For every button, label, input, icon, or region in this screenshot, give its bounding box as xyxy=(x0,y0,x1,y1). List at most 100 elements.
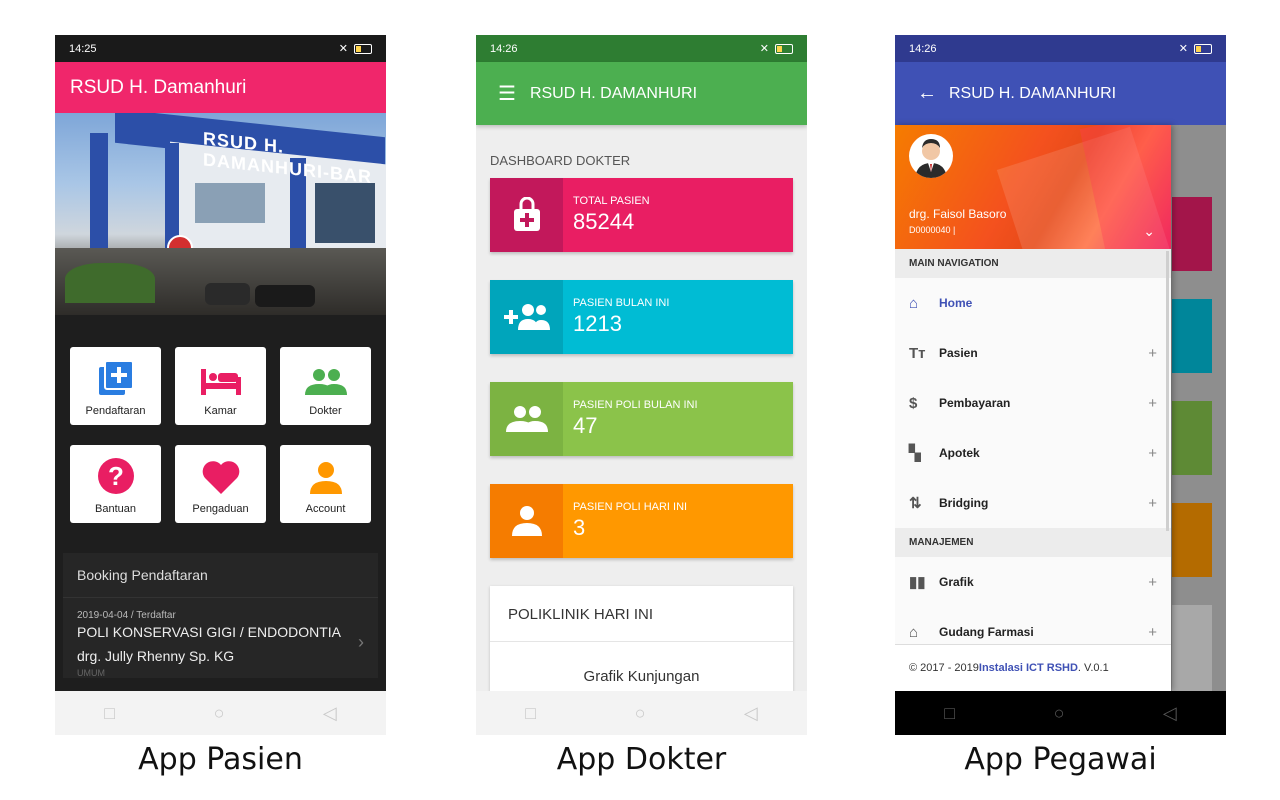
home-button[interactable]: ○ xyxy=(214,703,225,724)
booking-doctor: drg. Jully Rhenny Sp. KG xyxy=(77,648,235,664)
hospital-bag-icon xyxy=(513,197,540,231)
people-icon xyxy=(505,406,548,432)
drawer-footer: © 2017 - 2019 Instalasi ICT RSHD. V.0.1 xyxy=(895,644,1171,691)
menu-account[interactable]: Account xyxy=(280,445,371,523)
expand-plus-icon[interactable]: + xyxy=(1148,345,1157,362)
card-label: PASIEN POLI BULAN INI xyxy=(573,399,698,411)
nav-label: Gudang Farmasi xyxy=(939,625,1034,639)
menu-dokter[interactable]: Dokter xyxy=(280,347,371,425)
mute-icon: ✕ xyxy=(1178,43,1188,55)
status-bar: 14:26 ✕ xyxy=(895,35,1226,62)
menu-grid: Pendaftaran Kamar Dokter ? Bantuan Penga… xyxy=(55,315,386,523)
barcode-icon: ▮▮ xyxy=(909,574,926,591)
recents-button[interactable]: □ xyxy=(944,703,955,724)
nav-label: Apotek xyxy=(939,446,980,460)
recents-button[interactable]: □ xyxy=(525,703,536,724)
footer-prefix: © 2017 - 2019 xyxy=(909,662,979,674)
drawer-scrollbar[interactable] xyxy=(1166,251,1169,531)
dollar-icon: $ xyxy=(909,394,918,412)
home-icon: ⌂ xyxy=(909,294,919,312)
menu-label: Dokter xyxy=(309,405,342,417)
card-value: 85244 xyxy=(573,209,635,234)
person-icon xyxy=(309,462,342,494)
menu-pengaduan[interactable]: Pengaduan xyxy=(175,445,266,523)
text-icon: Tт xyxy=(909,344,926,362)
expand-plus-icon[interactable]: + xyxy=(1148,395,1157,412)
navigation-drawer: drg. Faisol Basoro D0000040 | ⌄ MAIN NAV… xyxy=(895,125,1171,691)
menu-label: Pengaduan xyxy=(192,503,249,515)
back-button[interactable]: ◁ xyxy=(323,703,337,724)
add-box-icon xyxy=(98,360,134,395)
nav-item-bridging[interactable]: ⇅ Bridging + xyxy=(895,478,1171,528)
card-label: PASIEN BULAN INI xyxy=(573,297,670,309)
nav-item-pasien[interactable]: Tт Pasien + xyxy=(895,328,1171,378)
card-value: 47 xyxy=(573,413,598,438)
hospital-photo: RSUD H. DAMANHURI-BAR xyxy=(55,113,386,315)
card-pasien-poli-bulan-ini[interactable]: PASIEN POLI BULAN INI 47 xyxy=(490,382,793,456)
booking-title: Booking Pendaftaran xyxy=(63,553,378,598)
nav-label: Grafik xyxy=(939,575,974,589)
avatar xyxy=(909,134,953,178)
app-bar: RSUD H. Damanhuri xyxy=(55,62,386,113)
nav-item-home[interactable]: ⌂ Home xyxy=(895,278,1171,328)
menu-label: Account xyxy=(305,503,346,515)
card-value: 1213 xyxy=(573,311,622,336)
phone-app-pegawai: 14:26 ✕ ← RSUD H. DAMANHURI drg. Faisol … xyxy=(895,35,1226,735)
back-button[interactable]: ◁ xyxy=(1163,703,1177,724)
battery-icon xyxy=(775,43,793,54)
caption-pasien: App Pasien xyxy=(138,742,303,777)
widgets-icon: ▚ xyxy=(909,445,921,462)
menu-icon[interactable]: ☰ xyxy=(498,81,516,106)
android-nav-bar: □ ○ ◁ xyxy=(55,691,386,735)
app-bar: ← RSUD H. DAMANHURI xyxy=(895,62,1226,125)
booking-poli: POLI KONSERVASI GIGI / ENDODONTIA xyxy=(77,624,341,640)
home-button[interactable]: ○ xyxy=(635,703,646,724)
home-button[interactable]: ○ xyxy=(1054,703,1065,724)
profile-header: drg. Faisol Basoro D0000040 | ⌄ xyxy=(895,125,1171,249)
expand-plus-icon[interactable]: + xyxy=(1148,574,1157,591)
menu-kamar[interactable]: Kamar xyxy=(175,347,266,425)
expand-plus-icon[interactable]: + xyxy=(1148,445,1157,462)
nav-label: Home xyxy=(939,296,973,310)
nav-item-pembayaran[interactable]: $ Pembayaran + xyxy=(895,378,1171,428)
card-pasien-bulan-ini[interactable]: PASIEN BULAN INI 1213 xyxy=(490,280,793,354)
booking-date: 2019-04-04 / Terdaftar xyxy=(77,610,176,621)
poliklinik-title: POLIKLINIK HARI INI xyxy=(490,586,793,642)
booking-item[interactable]: 2019-04-04 / Terdaftar POLI KONSERVASI G… xyxy=(63,598,378,678)
card-label: TOTAL PASIEN xyxy=(573,195,650,207)
card-total-pasien[interactable]: TOTAL PASIEN 85244 xyxy=(490,178,793,252)
menu-label: Bantuan xyxy=(95,503,136,515)
arrow-back-icon[interactable]: ← xyxy=(917,82,937,105)
nav-item-apotek[interactable]: ▚ Apotek + xyxy=(895,428,1171,478)
menu-label: Pendaftaran xyxy=(85,405,146,417)
svg-text:?: ? xyxy=(108,461,124,491)
app-bar: ☰ RSUD H. DAMANHURI xyxy=(476,62,807,125)
status-time: 14:25 xyxy=(69,42,97,55)
expand-plus-icon[interactable]: + xyxy=(1148,495,1157,512)
footer-link[interactable]: Instalasi ICT RSHD xyxy=(979,662,1078,674)
expand-plus-icon[interactable]: + xyxy=(1148,624,1157,641)
people-icon xyxy=(304,369,347,395)
app-title: RSUD H. DAMANHURI xyxy=(529,84,698,102)
chevron-down-icon[interactable]: ⌄ xyxy=(1143,223,1155,240)
mute-icon: ✕ xyxy=(759,43,769,55)
caption-pegawai: App Pegawai xyxy=(964,742,1157,777)
manajemen-header: MANAJEMEN xyxy=(895,528,1171,557)
android-nav-bar: □ ○ ◁ xyxy=(476,691,807,735)
phone-app-pasien: 14:25 ✕ RSUD H. Damanhuri RSUD H. DAMANH… xyxy=(55,35,386,735)
back-button[interactable]: ◁ xyxy=(744,703,758,724)
menu-pendaftaran[interactable]: Pendaftaran xyxy=(70,347,161,425)
android-nav-bar: □ ○ ◁ xyxy=(895,691,1226,735)
poliklinik-panel: POLIKLINIK HARI INI Grafik Kunjungan xyxy=(490,586,793,695)
card-pasien-poli-hari-ini[interactable]: PASIEN POLI HARI INI 3 xyxy=(490,484,793,558)
menu-bantuan[interactable]: ? Bantuan xyxy=(70,445,161,523)
battery-icon xyxy=(1194,43,1212,54)
bed-icon xyxy=(200,369,241,395)
nav-item-grafik[interactable]: ▮▮ Grafik + xyxy=(895,557,1171,607)
status-bar: 14:25 ✕ xyxy=(55,35,386,62)
nav-label: Bridging xyxy=(939,496,989,510)
card-value: 3 xyxy=(573,515,586,540)
dashboard-title: DASHBOARD DOKTER xyxy=(490,153,631,168)
nav-label: Pembayaran xyxy=(939,396,1011,410)
recents-button[interactable]: □ xyxy=(104,703,115,724)
